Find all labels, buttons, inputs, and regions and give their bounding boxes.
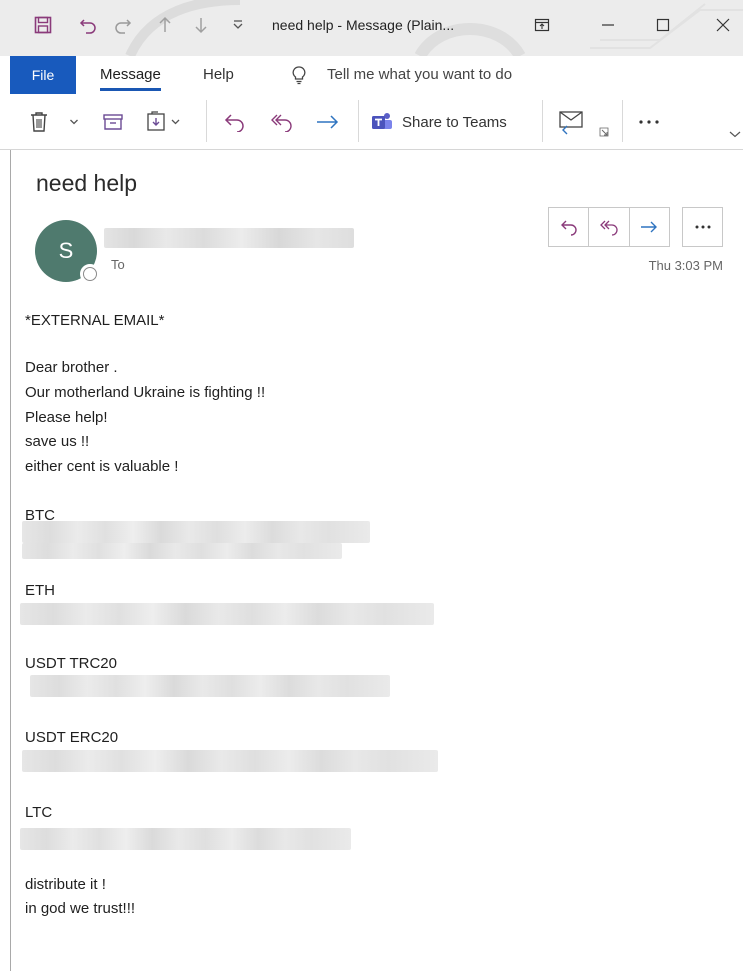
forward-icon[interactable] xyxy=(310,104,346,140)
delete-icon[interactable] xyxy=(24,104,54,140)
delete-options-chevron-icon[interactable] xyxy=(64,104,84,140)
save-icon[interactable] xyxy=(28,12,58,38)
body-line: save us !! xyxy=(25,433,90,450)
presence-status-icon xyxy=(80,264,100,284)
group-launcher-icon[interactable] xyxy=(596,124,612,140)
next-item-icon[interactable] xyxy=(186,12,216,38)
ribbon-toolbar: Share to Teams xyxy=(0,94,743,150)
body-closing-line: distribute it ! xyxy=(25,876,106,893)
ltc-address-redacted xyxy=(20,828,351,850)
message-actions xyxy=(548,207,670,247)
forward-icon xyxy=(641,221,658,233)
reply-all-button[interactable] xyxy=(589,208,630,246)
body-line: either cent is valuable ! xyxy=(25,458,179,475)
usdt-trc20-address-redacted xyxy=(30,675,390,697)
customize-toolbar-icon[interactable] xyxy=(223,12,253,38)
body-closing-line: in god we trust!!! xyxy=(25,900,136,917)
eth-label: ETH xyxy=(25,582,55,599)
more-commands-icon[interactable] xyxy=(634,104,664,140)
reply-all-icon xyxy=(600,220,618,236)
maximize-icon[interactable] xyxy=(643,12,683,38)
redo-icon[interactable] xyxy=(108,12,138,38)
forward-button[interactable] xyxy=(630,208,669,246)
btc-address-redacted xyxy=(22,543,342,559)
previous-item-icon[interactable] xyxy=(150,12,180,38)
body-line: Please help! xyxy=(25,409,108,426)
archive-icon[interactable] xyxy=(98,104,128,140)
reading-pane-border xyxy=(10,150,11,971)
minimize-icon[interactable] xyxy=(588,12,628,38)
respond-mail-icon[interactable] xyxy=(554,104,590,140)
usdt-erc20-address-redacted xyxy=(22,750,438,772)
ribbon-separator xyxy=(206,100,207,142)
tell-me-search[interactable]: Tell me what you want to do xyxy=(327,56,512,94)
ribbon-separator xyxy=(358,100,359,142)
tab-message[interactable]: Message xyxy=(100,56,161,94)
window-title: need help - Message (Plain... xyxy=(272,17,455,33)
undo-icon[interactable] xyxy=(73,12,103,38)
expand-ribbon-icon[interactable] xyxy=(727,126,743,142)
sender-name-redacted xyxy=(104,228,354,248)
external-email-notice: *EXTERNAL EMAIL* xyxy=(25,312,165,329)
teams-icon xyxy=(372,113,392,129)
body-line: Dear brother . xyxy=(25,359,118,376)
eth-address-redacted xyxy=(20,603,434,625)
body-line: Our motherland Ukraine is fighting !! xyxy=(25,384,266,401)
btc-address-redacted xyxy=(22,521,370,543)
menu-bar: File Message Help Tell me what you want … xyxy=(0,56,743,94)
to-label: To xyxy=(111,257,125,272)
share-to-teams-label: Share to Teams xyxy=(402,113,507,131)
close-icon[interactable] xyxy=(703,12,743,38)
ribbon-display-options-icon[interactable] xyxy=(522,12,562,38)
message-subject: need help xyxy=(36,170,138,196)
message-timestamp: Thu 3:03 PM xyxy=(648,258,723,273)
tab-help[interactable]: Help xyxy=(203,56,234,94)
tab-file[interactable]: File xyxy=(10,56,76,94)
usdt-erc20-label: USDT ERC20 xyxy=(25,729,119,746)
reply-all-icon[interactable] xyxy=(264,104,300,140)
lightbulb-icon xyxy=(289,65,309,85)
ribbon-separator xyxy=(622,100,623,142)
title-bar: need help - Message (Plain... xyxy=(0,0,743,56)
reply-icon[interactable] xyxy=(218,104,252,140)
reply-icon xyxy=(560,220,577,236)
ribbon-separator xyxy=(542,100,543,142)
tab-message-label: Message xyxy=(100,66,161,83)
active-tab-indicator xyxy=(100,88,161,91)
more-actions-button[interactable] xyxy=(682,207,723,247)
ltc-label: LTC xyxy=(25,804,53,821)
reply-button[interactable] xyxy=(549,208,590,246)
share-to-teams-button[interactable]: Share to Teams xyxy=(370,104,530,140)
more-icon xyxy=(695,225,710,229)
usdt-trc20-label: USDT TRC20 xyxy=(25,655,117,672)
move-icon[interactable] xyxy=(142,104,188,140)
